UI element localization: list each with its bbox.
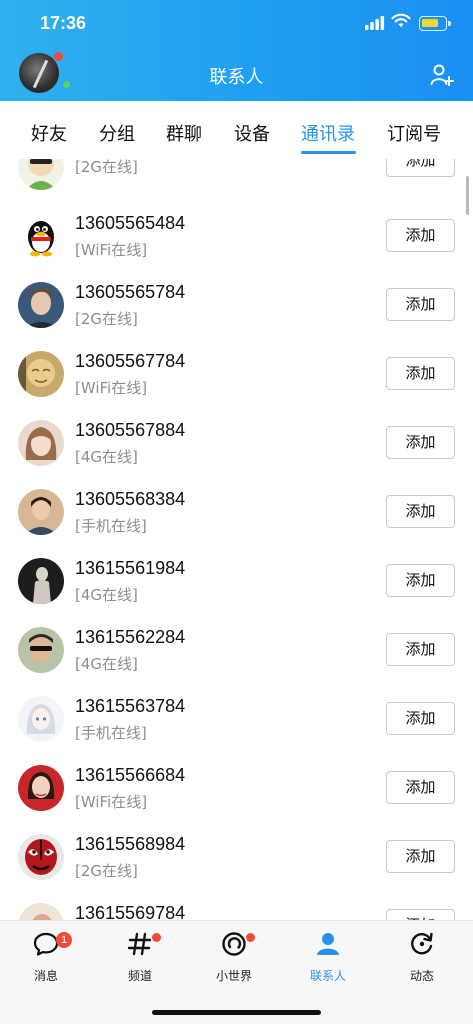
contact-phone: 13615566684: [75, 765, 186, 785]
list-item[interactable]: 13615566684 [WiFi在线] 添加: [0, 765, 473, 834]
contact-status: [WiFi在线]: [75, 793, 148, 811]
add-friend-icon[interactable]: [430, 64, 454, 86]
contact-phone: 13605565484: [75, 213, 186, 233]
contact-status: [2G在线]: [75, 159, 138, 176]
home-indicator[interactable]: [152, 1010, 321, 1015]
battery-icon: [419, 16, 451, 31]
status-time: 17:36: [40, 13, 87, 33]
add-button[interactable]: 添加: [386, 288, 455, 321]
contact-avatar: [18, 834, 64, 880]
list-item[interactable]: 13605565484 [WiFi在线] 添加: [0, 213, 473, 282]
contact-phone: 13615561984: [75, 558, 186, 578]
tabbar-item-channels[interactable]: 频道: [105, 931, 175, 991]
signal-icon: [365, 16, 385, 30]
contact-avatar: [18, 282, 64, 328]
contact-status: [手机在线]: [75, 724, 147, 742]
tab-subscriptions[interactable]: 订阅号: [387, 120, 441, 146]
contact-status: [2G在线]: [75, 862, 138, 880]
tab-groups[interactable]: 分组: [99, 120, 135, 146]
message-icon: [33, 932, 59, 956]
contact-phone: 13605567884: [75, 420, 186, 440]
tabbar-label: 小世界: [215, 969, 252, 983]
add-button[interactable]: 添加: [386, 357, 455, 390]
tabbar-label: 联系人: [309, 969, 346, 983]
contact-status: [4G在线]: [75, 655, 138, 673]
list-item[interactable]: 13605568384 [手机在线] 添加: [0, 489, 473, 558]
world-dot: [246, 933, 255, 942]
add-button[interactable]: 添加: [386, 771, 455, 804]
contact-avatar: [18, 159, 64, 190]
contact-phone: 13615569784: [75, 903, 186, 920]
tabbar-item-world[interactable]: 小世界: [199, 931, 269, 991]
contact-avatar: [18, 420, 64, 466]
add-button[interactable]: 添加: [386, 495, 455, 528]
contact-tabs: 好友 分组 群聊 设备 通讯录 订阅号: [0, 101, 473, 159]
add-button[interactable]: 添加: [386, 702, 455, 735]
add-button[interactable]: 添加: [386, 564, 455, 597]
contact-avatar: [18, 696, 64, 742]
contact-status: [手机在线]: [75, 517, 147, 535]
contact-phone: 13605568384: [75, 489, 186, 509]
active-tab-indicator: [301, 151, 356, 154]
tab-friends[interactable]: 好友: [31, 120, 67, 146]
page-title: 联系人: [209, 67, 264, 88]
tabbar-label: 动态: [409, 969, 434, 983]
tabbar-item-messages[interactable]: 1 消息: [11, 931, 81, 991]
list-item[interactable]: 13605565784 [2G在线] 添加: [0, 282, 473, 351]
contact-phone: 13615568984: [75, 834, 186, 854]
contact-phone: 13615563784: [75, 696, 186, 716]
tab-address-book[interactable]: 通讯录: [301, 120, 355, 146]
tab-group-chats[interactable]: 群聊: [166, 120, 202, 146]
contact-phone: 13605567784: [75, 351, 186, 371]
list-item[interactable]: 13615569784 添加: [0, 903, 473, 920]
world-icon: [222, 932, 246, 956]
scrollbar[interactable]: [466, 176, 469, 215]
add-button[interactable]: 添加: [386, 219, 455, 252]
contact-status: [2G在线]: [75, 310, 138, 328]
tabbar-item-moments[interactable]: 动态: [387, 931, 457, 991]
contact-avatar: [18, 903, 64, 920]
list-item[interactable]: 13615562284 [4G在线] 添加: [0, 627, 473, 696]
add-button[interactable]: 添加: [386, 840, 455, 873]
tabbar-item-contacts[interactable]: 联系人: [293, 931, 363, 991]
add-button[interactable]: 添加: [386, 633, 455, 666]
refresh-icon: [411, 932, 433, 955]
hashtag-icon: [127, 932, 152, 956]
list-item[interactable]: 13615568984 [2G在线] 添加: [0, 834, 473, 903]
contact-avatar: [18, 489, 64, 535]
contact-status: [4G在线]: [75, 586, 138, 604]
bottom-tab-bar: 1 消息 频道 小世界 联系人 动态: [0, 920, 473, 1024]
contact-status: [4G在线]: [75, 448, 138, 466]
list-item[interactable]: 13615563784 [手机在线] 添加: [0, 696, 473, 765]
list-item[interactable]: 13615561984 [4G在线] 添加: [0, 558, 473, 627]
add-button[interactable]: 添加: [386, 159, 455, 177]
penguin-avatar: [18, 213, 64, 259]
contact-status: [WiFi在线]: [75, 379, 148, 397]
person-icon: [317, 933, 339, 955]
tabbar-label: 频道: [127, 969, 152, 983]
message-badge: 1: [56, 932, 72, 948]
contact-phone: 13615562284: [75, 627, 186, 647]
tab-devices[interactable]: 设备: [234, 120, 270, 146]
status-bar: 17:36: [0, 0, 473, 50]
contact-status: [WiFi在线]: [75, 241, 148, 259]
add-button[interactable]: 添加: [386, 909, 455, 920]
tabbar-label: 消息: [33, 969, 58, 983]
add-button[interactable]: 添加: [386, 426, 455, 459]
list-item[interactable]: [2G在线] 添加: [0, 159, 473, 213]
notification-dot: [54, 52, 63, 61]
contact-phone: 13605565784: [75, 282, 186, 302]
header-bar: 17:36 联系人: [0, 0, 473, 101]
contact-avatar: [18, 765, 64, 811]
contact-list[interactable]: [2G在线] 添加 13605565484 [WiFi在线] 添加 136055…: [0, 159, 473, 920]
contact-avatar: [18, 351, 64, 397]
channel-dot: [152, 933, 161, 942]
list-item[interactable]: 13605567884 [4G在线] 添加: [0, 420, 473, 489]
wifi-icon: [391, 13, 411, 27]
contact-avatar: [18, 558, 64, 604]
list-item[interactable]: 13605567784 [WiFi在线] 添加: [0, 351, 473, 420]
contact-avatar: [18, 627, 64, 673]
